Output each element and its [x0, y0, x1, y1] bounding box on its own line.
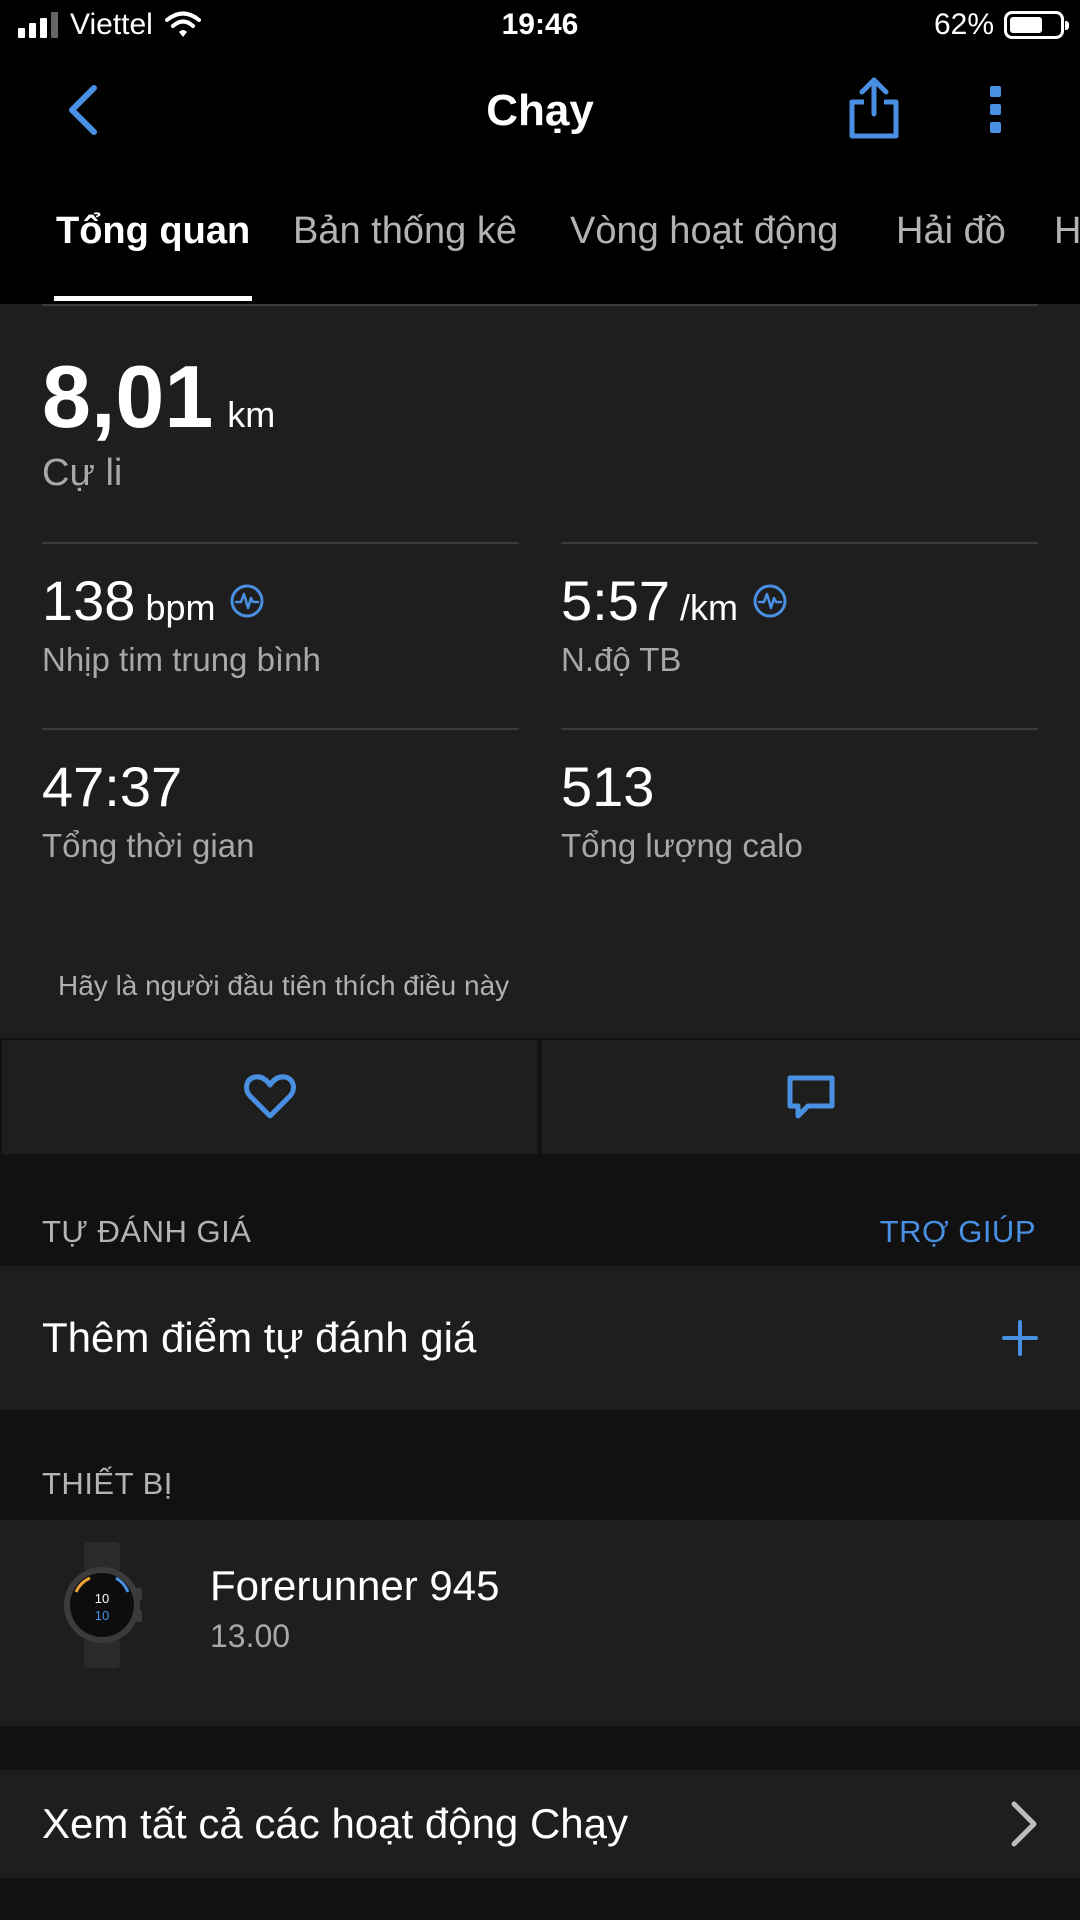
sensor-wave-icon[interactable]	[229, 583, 265, 619]
total-time-label: Tổng thời gian	[42, 827, 255, 864]
device-heading: THIẾT BỊ	[42, 1466, 173, 1501]
self-assessment-heading: TỰ ĐÁNH GIÁ	[42, 1214, 252, 1249]
total-time-stat: 47:37 Tổng thời gian	[42, 754, 254, 865]
tab-overview[interactable]: Tổng quan	[56, 210, 250, 253]
heart-rate-label: Nhịp tim trung bình	[42, 641, 321, 678]
pace-stat: 5:57 /km N.độ TB	[561, 568, 788, 679]
distance-number: 8,01	[42, 347, 214, 446]
pace-unit: /km	[680, 587, 738, 628]
comment-icon	[787, 1075, 835, 1119]
tab-laps[interactable]: Vòng hoạt động	[570, 210, 838, 253]
like-hint-text: Hãy là người đầu tiên thích điều này	[58, 970, 510, 1001]
help-link[interactable]: TRỢ GIÚP	[880, 1214, 1036, 1250]
add-self-assessment-row[interactable]: Thêm điểm tự đánh giá	[0, 1266, 1080, 1410]
status-time: 19:46	[501, 8, 579, 41]
device-row[interactable]: 10 10 Forerunner 945 13.00	[0, 1520, 1080, 1726]
add-self-assessment-label: Thêm điểm tự đánh giá	[42, 1314, 477, 1361]
device-version: 13.00	[210, 1618, 291, 1654]
watch-image: 10 10	[64, 1542, 142, 1668]
calories-value: 513	[561, 755, 655, 818]
divider	[561, 542, 1038, 544]
watch-face-bottom: 10	[95, 1608, 109, 1623]
calories-stat: 513 Tổng lượng calo	[561, 754, 803, 865]
total-time-value: 47:37	[42, 755, 183, 818]
battery-fill	[1010, 17, 1042, 33]
overview-card: 8,01 km Cự li 138 bpm Nhịp tim trung bìn…	[0, 304, 1080, 1038]
status-bar: Viettel 19:46 62%	[0, 0, 1080, 56]
battery-icon	[1004, 11, 1069, 39]
action-row	[0, 1038, 1080, 1158]
status-right: 62%	[933, 8, 1069, 42]
view-all-runs-label: Xem tất cả các hoạt động Chạy	[42, 1800, 629, 1847]
pace-value: 5:57	[561, 569, 670, 632]
more-vertical-icon[interactable]	[976, 80, 1016, 140]
chevron-right-icon	[1011, 1801, 1037, 1847]
tab-statistics[interactable]: Bản thống kê	[293, 210, 517, 253]
distance-label: Cự li	[42, 452, 123, 494]
divider	[42, 542, 519, 544]
page-title: Chạy	[486, 86, 594, 135]
heart-rate-unit: bpm	[145, 587, 216, 628]
divider	[42, 304, 1038, 306]
nav-bar: Chạy	[0, 56, 1080, 166]
tab-bar: Tổng quan Bản thống kê Vòng hoạt động Hả…	[0, 166, 1080, 304]
like-button[interactable]	[2, 1040, 537, 1154]
share-icon[interactable]	[844, 76, 904, 140]
device-name: Forerunner 945	[210, 1562, 500, 1609]
comment-button[interactable]	[542, 1040, 1080, 1154]
divider	[42, 728, 519, 730]
calories-label: Tổng lượng calo	[561, 827, 803, 864]
distance-unit: km	[227, 394, 276, 435]
sensor-wave-icon[interactable]	[752, 583, 788, 619]
divider	[561, 728, 1038, 730]
distance-value: 8,01 km	[42, 346, 275, 448]
watch-face-top: 10	[95, 1591, 109, 1606]
battery-percent: 62%	[933, 8, 994, 41]
heart-icon	[243, 1074, 296, 1119]
tab-more[interactable]: H	[1054, 210, 1080, 253]
heart-rate-value: 138	[42, 569, 136, 632]
view-all-runs-row[interactable]: Xem tất cả các hoạt động Chạy	[0, 1770, 1080, 1878]
active-tab-indicator	[54, 296, 252, 301]
tab-map[interactable]: Hải đồ	[896, 210, 1006, 253]
plus-icon[interactable]	[1000, 1318, 1040, 1358]
heart-rate-stat: 138 bpm Nhịp tim trung bình	[42, 568, 321, 679]
pace-label: N.độ TB	[561, 641, 682, 678]
